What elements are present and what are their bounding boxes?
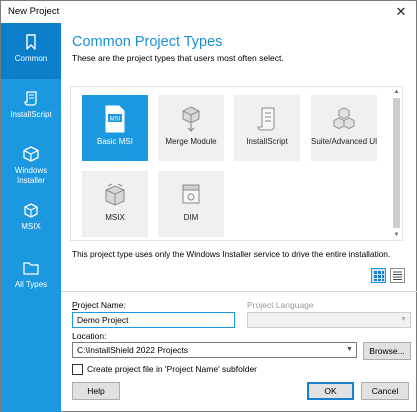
msi-badge-text: MSI bbox=[110, 117, 121, 123]
package-icon bbox=[23, 146, 39, 162]
dim-icon bbox=[182, 184, 200, 204]
chevron-down-icon[interactable]: ▼ bbox=[343, 343, 356, 357]
sidebar-item-label: InstallScript bbox=[10, 110, 52, 119]
sidebar-item-label: MSIX bbox=[21, 222, 41, 231]
divider bbox=[61, 291, 417, 292]
tile-label: MSIX bbox=[105, 213, 125, 222]
tile-installscript[interactable]: InstallScript bbox=[234, 95, 300, 161]
title-bar: New Project ✕ bbox=[1, 1, 416, 23]
create-subfolder-checkbox[interactable] bbox=[72, 364, 83, 375]
vertical-scrollbar[interactable]: ▲ ▼ bbox=[391, 87, 402, 240]
sidebar-item-msix[interactable]: MSIX bbox=[1, 191, 61, 247]
project-name-label-text: roject Name: bbox=[77, 300, 126, 310]
scroll-up-icon[interactable]: ▲ bbox=[391, 87, 402, 97]
tile-msix[interactable]: MSIX bbox=[82, 171, 148, 237]
details-view-button[interactable] bbox=[390, 268, 405, 283]
merge-module-icon bbox=[182, 106, 200, 132]
close-button[interactable]: ✕ bbox=[392, 3, 410, 20]
page-subtitle: These are the project types that users m… bbox=[72, 53, 284, 63]
tile-suite-advanced-ui[interactable]: Suite/Advanced UI bbox=[311, 95, 377, 161]
tile-basic-msi[interactable]: MSI Basic MSI bbox=[82, 95, 148, 161]
tile-merge-module[interactable]: Merge Module bbox=[158, 95, 224, 161]
scroll-icon bbox=[257, 107, 275, 131]
tile-label: DIM bbox=[183, 213, 199, 222]
sidebar-item-installscript[interactable]: InstallScript bbox=[1, 79, 61, 135]
grid-view-icon bbox=[374, 271, 384, 281]
tile-dim[interactable]: DIM bbox=[158, 171, 224, 237]
page-title: Common Project Types bbox=[72, 34, 223, 50]
project-language-label: Project Language bbox=[247, 300, 314, 310]
tile-label: Merge Module bbox=[165, 137, 217, 146]
sidebar-item-label: Windows Installer bbox=[14, 166, 48, 185]
project-type-list: MSI Basic MSI Merge Module InstallScript bbox=[70, 86, 403, 241]
sidebar-item-label: Common bbox=[14, 54, 48, 63]
tile-label: Suite/Advanced UI bbox=[311, 137, 378, 146]
help-button[interactable]: Help bbox=[72, 382, 120, 400]
scroll-thumb[interactable] bbox=[393, 98, 400, 228]
project-type-description: This project type uses only the Windows … bbox=[72, 249, 391, 259]
folder-icon bbox=[23, 262, 39, 275]
script-icon bbox=[24, 91, 37, 106]
sidebar-item-all-types[interactable]: All Types bbox=[1, 249, 61, 305]
cancel-button[interactable]: Cancel bbox=[361, 382, 409, 400]
new-project-dialog: New Project ✕ Common InstallScript Windo… bbox=[0, 0, 417, 412]
list-view-icon bbox=[393, 271, 402, 280]
msi-icon: MSI bbox=[105, 105, 125, 133]
project-name-label: Project Name: bbox=[72, 300, 126, 310]
browse-button[interactable]: Browse... bbox=[363, 342, 411, 360]
msix-box-icon bbox=[105, 183, 125, 206]
window-title: New Project bbox=[8, 6, 60, 17]
chevron-down-icon: ▼ bbox=[400, 316, 407, 323]
sidebar-item-common[interactable]: Common bbox=[1, 23, 61, 79]
bookmark-icon bbox=[26, 34, 36, 50]
scroll-down-icon[interactable]: ▼ bbox=[391, 230, 402, 240]
location-label: Location: bbox=[72, 331, 107, 341]
ok-button[interactable]: OK bbox=[307, 382, 354, 400]
project-name-input[interactable]: Demo Project bbox=[72, 312, 235, 328]
cubes-icon bbox=[333, 107, 355, 130]
tile-label: Basic MSI bbox=[96, 137, 133, 146]
create-subfolder-label[interactable]: Create project file in 'Project Name' su… bbox=[87, 364, 257, 374]
msix-box-icon bbox=[24, 203, 38, 218]
sidebar-item-windows-installer[interactable]: Windows Installer bbox=[1, 135, 61, 191]
large-icons-view-button[interactable] bbox=[371, 268, 386, 283]
sidebar: Common InstallScript Windows Installer M… bbox=[1, 23, 61, 412]
project-language-select[interactable] bbox=[247, 312, 411, 328]
location-input[interactable]: C:\InstallShield 2022 Projects bbox=[72, 342, 357, 358]
tile-label: InstallScript bbox=[246, 137, 288, 146]
sidebar-item-label: All Types bbox=[14, 280, 48, 289]
